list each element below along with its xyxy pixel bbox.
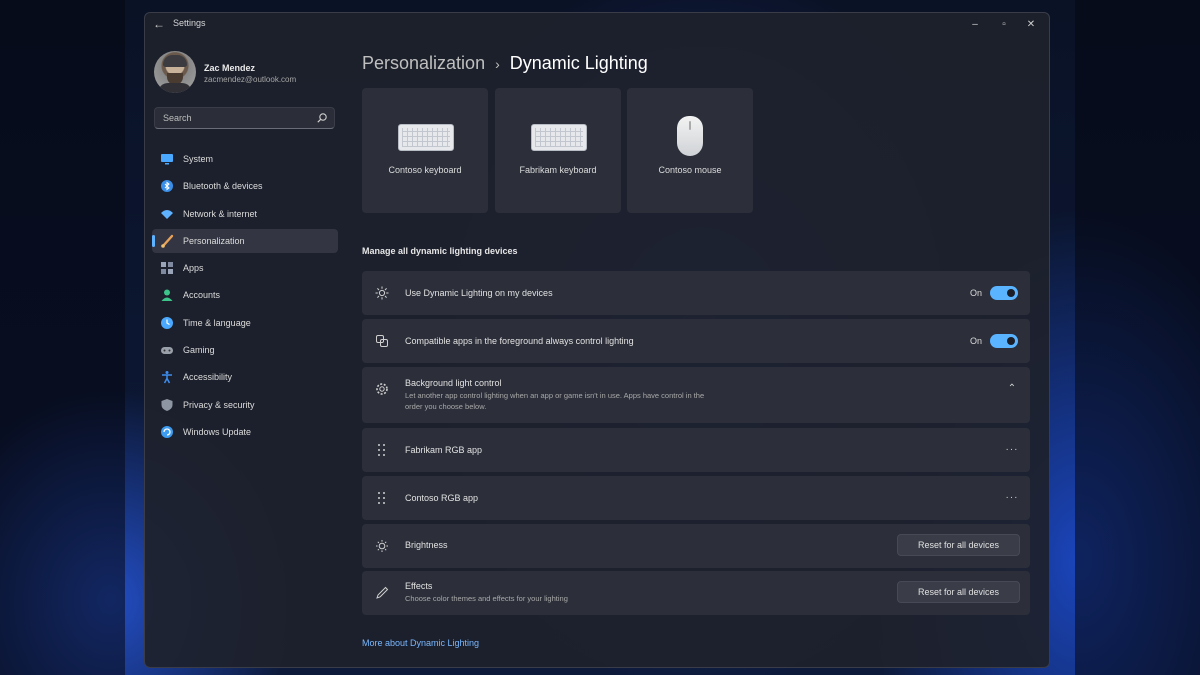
app-title: Settings [173,18,206,28]
sidebar-nav: System Bluetooth & devices Network & int… [152,147,338,447]
breadcrumb-parent-link[interactable]: Personalization [362,53,485,73]
monitor-icon [161,154,173,165]
sidebar-item-time-language[interactable]: Time & language [152,311,338,335]
sidebar-item-label: Accessibility [183,372,233,383]
sun-rays-icon [375,286,389,300]
search-icon [317,113,327,123]
sidebar-item-label: Time & language [183,317,251,328]
sidebar-item-label: Personalization [183,235,245,246]
search-placeholder: Search [163,113,192,123]
device-label: Contoso keyboard [388,165,462,175]
toggle-state-label: On [969,288,982,298]
back-button[interactable]: ← [151,16,167,32]
app-row-contoso-rgb: Contoso RGB app ··· [362,476,1030,520]
sidebar-item-personalization[interactable]: Personalization [152,228,338,253]
gamepad-icon [161,347,173,355]
sidebar-item-windows-update[interactable]: Windows Update [152,420,338,444]
close-button[interactable]: ✕ [1021,16,1041,32]
reset-effects-button[interactable]: Reset for all devices [897,581,1020,603]
toggle-state-label: On [969,336,982,346]
setting-description: Choose color themes and effects for your… [405,594,568,603]
setting-label: Use Dynamic Lighting on my devices [405,288,553,298]
more-options-button[interactable]: ··· [1004,443,1020,455]
app-label: Contoso RGB app [405,493,479,503]
setting-label: Brightness [405,540,448,550]
user-email: zacmendez@outlook.com [204,75,297,84]
more-about-link[interactable]: More about Dynamic Lighting [362,638,479,648]
globe-clock-icon [161,316,173,329]
chevron-up-icon[interactable]: ⌃ [1006,382,1018,394]
keyboard-icon [398,124,454,151]
mouse-icon [677,116,703,156]
wallpaper-shade-right [1075,0,1200,675]
sidebar-item-bluetooth[interactable]: Bluetooth & devices [152,174,338,198]
sidebar-item-network[interactable]: Network & internet [152,202,338,226]
use-dynamic-lighting-toggle[interactable] [990,286,1018,300]
settings-window: ← Settings – ▫ ✕ Zac Mendez zacmendez@ou… [144,12,1050,668]
more-options-button[interactable]: ··· [1004,491,1020,503]
chevron-right-icon: › [495,56,500,72]
section-title: Manage all dynamic lighting devices [362,246,518,256]
sidebar-item-label: Apps [183,263,204,274]
update-icon [161,425,173,438]
compatible-apps-row: Compatible apps in the foreground always… [362,319,1030,363]
setting-label: Compatible apps in the foreground always… [405,336,634,346]
device-tile-fabrikam-keyboard[interactable]: Fabrikam keyboard [495,88,621,213]
bluetooth-icon [161,180,173,193]
brightness-row: Brightness Reset for all devices [362,524,1030,568]
use-dynamic-lighting-row: Use Dynamic Lighting on my devices On [362,271,1030,315]
user-name: Zac Mendez [204,63,256,73]
keyboard-icon [531,124,587,151]
title-bar: ← Settings – ▫ ✕ [145,13,1049,35]
sidebar-item-label: System [183,154,214,164]
setting-description: Let another app control lighting when an… [405,391,705,411]
accessibility-icon [162,371,172,384]
sidebar-item-label: Gaming [183,345,215,356]
arrow-left-icon: ← [153,17,165,31]
sidebar-item-apps[interactable]: Apps [152,256,338,280]
device-tile-contoso-keyboard[interactable]: Contoso keyboard [362,88,488,213]
wallpaper-shade-left [0,0,125,675]
person-icon [161,289,173,302]
breadcrumb: Personalization › Dynamic Lighting [362,53,648,74]
sidebar-item-accounts[interactable]: Accounts [152,283,338,307]
compatible-apps-toggle[interactable] [990,334,1018,348]
drag-handle-icon[interactable] [378,444,386,456]
drag-handle-icon[interactable] [378,492,386,504]
wifi-icon [161,209,173,219]
gear-icon [376,383,388,395]
sidebar-item-privacy-security[interactable]: Privacy & security [152,393,338,417]
maximize-button[interactable]: ▫ [994,16,1014,32]
shield-icon [161,398,173,411]
apps-icon [161,262,173,275]
pen-icon [376,586,389,599]
brush-icon [161,234,174,248]
app-row-fabrikam-rgb: Fabrikam RGB app ··· [362,428,1030,472]
sidebar-item-label: Bluetooth & devices [183,181,263,192]
page-title: Dynamic Lighting [509,53,648,73]
sidebar-item-label: Windows Update [183,426,252,437]
user-profile[interactable]: Zac Mendez zacmendez@outlook.com [154,51,334,95]
reset-brightness-button[interactable]: Reset for all devices [897,534,1020,556]
brightness-icon [376,540,388,552]
sidebar-item-label: Network & internet [183,208,258,219]
avatar [154,51,196,93]
device-tile-contoso-mouse[interactable]: Contoso mouse [627,88,753,213]
background-light-control-row[interactable]: Background light control Let another app… [362,367,1030,423]
apps-lighting-icon [376,335,388,347]
setting-label: Effects [405,581,433,591]
effects-row: Effects Choose color themes and effects … [362,571,1030,615]
sidebar-item-gaming[interactable]: Gaming [152,338,338,362]
device-label: Fabrikam keyboard [519,165,597,175]
app-label: Fabrikam RGB app [405,445,483,455]
minimize-button[interactable]: – [965,16,985,32]
sidebar-item-label: Privacy & security [183,399,255,410]
sidebar-item-system[interactable]: System [152,147,338,171]
sidebar-item-label: Accounts [183,290,221,301]
search-input[interactable]: Search [154,107,335,129]
sidebar-item-accessibility[interactable]: Accessibility [152,365,338,389]
device-label: Contoso mouse [658,165,722,175]
setting-label: Background light control [405,378,502,388]
